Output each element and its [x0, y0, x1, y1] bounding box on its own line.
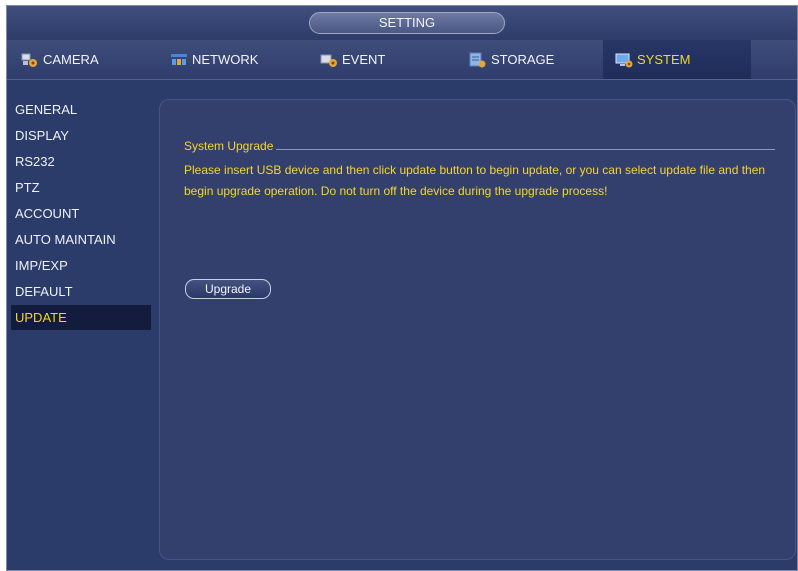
system-icon — [615, 53, 633, 67]
sidebar-item-display[interactable]: DISPLAY — [11, 123, 151, 148]
storage-icon — [469, 52, 486, 67]
upgrade-button[interactable]: Upgrade — [185, 279, 271, 299]
sidebar-item-imp-exp[interactable]: IMP/EXP — [11, 253, 151, 278]
sidebar-item-ptz[interactable]: PTZ — [11, 175, 151, 200]
event-icon — [320, 54, 337, 67]
tab-storage-label: STORAGE — [491, 52, 555, 67]
network-icon — [171, 53, 187, 65]
sidebar-item-general[interactable]: GENERAL — [11, 97, 151, 122]
tab-event[interactable]: EVENT — [320, 40, 460, 79]
tab-network[interactable]: NETWORK — [170, 40, 310, 79]
title-bar: SETTING — [7, 6, 797, 40]
tab-camera[interactable]: CAMERA — [21, 40, 161, 79]
tab-storage[interactable]: STORAGE — [469, 40, 609, 79]
tab-system[interactable]: SYSTEM — [603, 40, 751, 79]
camera-settings-icon — [21, 53, 37, 67]
section-header: System Upgrade — [184, 138, 775, 154]
section-divider — [276, 148, 775, 150]
window-title: SETTING — [309, 12, 505, 34]
tab-event-label: EVENT — [342, 52, 386, 67]
sidebar-item-rs232[interactable]: RS232 — [11, 149, 151, 174]
settings-window: SETTING CAMERA NETWORK EVENT STORAGE SYS… — [6, 5, 798, 571]
tab-network-label: NETWORK — [192, 52, 259, 67]
sidebar-item-default[interactable]: DEFAULT — [11, 279, 151, 304]
sidebar-item-update[interactable]: UPDATE — [11, 305, 151, 330]
sidebar-item-auto-maintain[interactable]: AUTO MAINTAIN — [11, 227, 151, 252]
content-panel: System Upgrade Please insert USB device … — [159, 99, 796, 560]
sidebar-item-account[interactable]: ACCOUNT — [11, 201, 151, 226]
upgrade-instructions: Please insert USB device and then click … — [184, 163, 766, 198]
section-title: System Upgrade — [184, 139, 274, 153]
sidebar: GENERAL DISPLAY RS232 PTZ ACCOUNT AUTO M… — [7, 80, 157, 570]
tab-system-label: SYSTEM — [637, 52, 691, 67]
tab-camera-label: CAMERA — [43, 52, 99, 67]
tab-bar: CAMERA NETWORK EVENT STORAGE SYSTEM — [7, 40, 797, 80]
